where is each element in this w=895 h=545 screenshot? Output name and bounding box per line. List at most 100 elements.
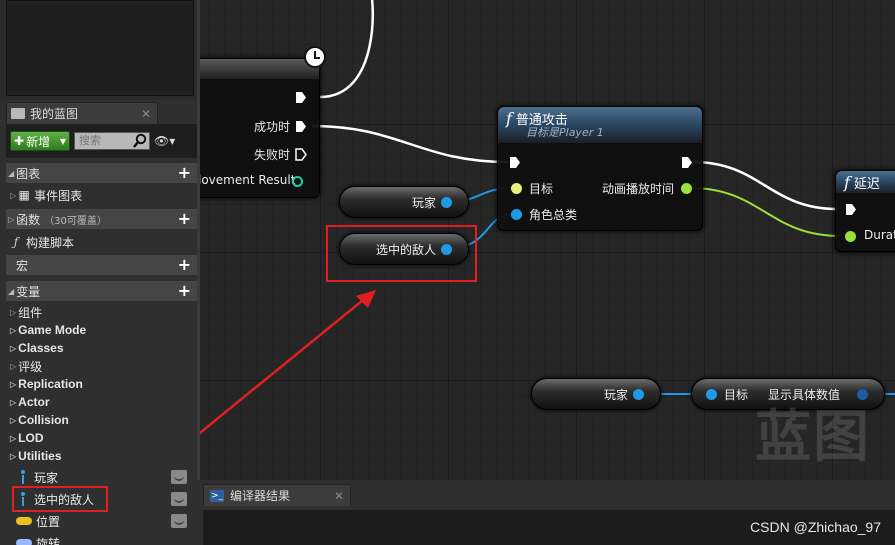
- expand-icon: ▷: [10, 343, 17, 353]
- annotation-arrow-line: [200, 295, 369, 435]
- search-input[interactable]: 搜索: [74, 132, 150, 150]
- add-graph-button[interactable]: +: [178, 165, 191, 181]
- graph-icon: ▦: [18, 188, 30, 202]
- exec-in-pin-icon[interactable]: [845, 203, 857, 216]
- float-wire-duration: [690, 187, 841, 237]
- vector-variable-icon: [16, 517, 32, 525]
- exec-out-pin-icon[interactable]: [295, 91, 307, 104]
- target-pin-icon[interactable]: [706, 389, 717, 400]
- plus-icon: ✚: [14, 134, 25, 148]
- variable-name: 位置: [36, 514, 61, 529]
- event-graph-label: 事件图表: [34, 188, 83, 203]
- exec-wire-success: [311, 124, 509, 164]
- float-out-pin-icon[interactable]: [681, 183, 692, 194]
- attack-function-node[interactable]: f 普通攻击 目标是Player 1: [497, 106, 703, 231]
- delay-node-title-row: f 延迟: [844, 173, 895, 192]
- section-functions-label: 函数: [16, 212, 41, 227]
- exec-wire-top-loop: [319, 0, 374, 99]
- expand-icon: ▷: [10, 307, 17, 317]
- delay-node-header: f 延迟: [836, 171, 895, 193]
- category-label: Utilities: [18, 449, 62, 463]
- expand-icon: ▷: [10, 361, 17, 371]
- object-out-pin-icon[interactable]: [633, 389, 644, 400]
- view-options-icon[interactable]: 👁▾: [154, 134, 175, 148]
- section-macros[interactable]: 宏 +: [6, 255, 197, 275]
- visibility-eye-icon[interactable]: [171, 514, 187, 528]
- get-player-node[interactable]: 玩家: [339, 186, 469, 218]
- section-functions[interactable]: ▷ 函数 （30可覆盖） +: [6, 209, 197, 229]
- variable-name: 旋转: [36, 536, 61, 545]
- construction-script-label: 构建脚本: [26, 235, 75, 250]
- role-pin-label: 角色总类: [529, 208, 578, 222]
- get-player-label: 玩家: [412, 195, 437, 210]
- latent-clock-icon: [304, 46, 326, 68]
- close-icon[interactable]: ✕: [334, 489, 344, 503]
- compiler-results-label: 编译器结果: [230, 489, 291, 503]
- rotator-variable-icon: [16, 539, 32, 545]
- attack-node-header: f 普通攻击 目标是Player 1: [498, 107, 702, 143]
- visibility-eye-icon[interactable]: [171, 492, 187, 506]
- category-classes[interactable]: ▷ Classes: [6, 339, 197, 357]
- success-pin-label: 成功时: [254, 120, 291, 134]
- highlight-box-variable: [12, 486, 108, 512]
- category-replication[interactable]: ▷ Replication: [6, 375, 197, 393]
- exec-in-pin-icon[interactable]: [509, 156, 521, 169]
- category-label: LOD: [18, 431, 44, 445]
- section-graphs[interactable]: ◢ 图表 +: [6, 163, 197, 183]
- search-icon[interactable]: [132, 133, 148, 149]
- category-components[interactable]: ▷ 组件: [6, 303, 197, 321]
- variable-player[interactable]: 玩家: [6, 466, 197, 488]
- exec-success-pin-icon[interactable]: [295, 120, 307, 133]
- blueprint-toolbar: ✚ 新增 ▼ 搜索 👁▾: [6, 124, 197, 158]
- event-graph-item[interactable]: ▷ ▦ 事件图表: [6, 186, 197, 204]
- duration-pin-icon[interactable]: [845, 231, 856, 242]
- add-new-button[interactable]: ✚ 新增 ▼: [10, 131, 70, 151]
- category-label: Game Mode: [18, 323, 87, 337]
- close-icon[interactable]: ✕: [141, 107, 151, 121]
- category-rating[interactable]: ▷ 评级: [6, 357, 197, 375]
- target-pin-label: 目标: [529, 182, 554, 196]
- get-player-bottom-label: 玩家: [604, 387, 629, 402]
- object-out-pin-icon[interactable]: [441, 197, 452, 208]
- category-label: Classes: [18, 341, 64, 355]
- chevron-down-icon: ▼: [59, 136, 66, 146]
- left-top-panel: [0, 0, 197, 100]
- category-collision[interactable]: ▷ Collision: [6, 411, 197, 429]
- enum-pin-icon[interactable]: [292, 176, 303, 187]
- variable-name: 玩家: [34, 470, 59, 485]
- search-placeholder: 搜索: [79, 134, 101, 147]
- variable-rotation[interactable]: 旋转: [6, 532, 197, 545]
- attack-node-subtitle: 目标是Player 1: [526, 126, 604, 139]
- anim-time-pin-label: 动画播放时间: [602, 182, 675, 196]
- exec-out-pin-icon[interactable]: [681, 156, 693, 169]
- category-actor[interactable]: ▷ Actor: [6, 393, 197, 411]
- compiler-results-tab[interactable]: >_ 编译器结果 ✕: [203, 484, 351, 506]
- event-graph-canvas[interactable]: 成功时 失败时 lovement Result f 普通攻击 目标是Player …: [197, 0, 895, 480]
- category-game-mode[interactable]: ▷ Game Mode: [6, 321, 197, 339]
- expand-icon: ▷: [10, 451, 17, 461]
- function-icon: f: [844, 173, 850, 192]
- visibility-eye-icon[interactable]: [171, 470, 187, 484]
- get-player-node-bottom[interactable]: 玩家: [531, 378, 661, 410]
- category-label: Replication: [18, 377, 83, 391]
- exec-failure-pin-icon[interactable]: [295, 148, 307, 161]
- csdn-credit: CSDN @Zhichao_97: [750, 519, 881, 535]
- expand-icon: ◢: [8, 168, 15, 178]
- section-macros-label: 宏: [16, 258, 29, 273]
- book-icon: [11, 108, 25, 119]
- variable-location[interactable]: 位置: [6, 510, 197, 532]
- add-function-button[interactable]: +: [178, 211, 191, 227]
- expand-icon: ▷: [10, 379, 17, 389]
- section-variables[interactable]: ◢ 变量 +: [6, 281, 197, 301]
- add-macro-button[interactable]: +: [178, 257, 191, 273]
- my-blueprint-tab[interactable]: 我的蓝图 ✕: [6, 102, 158, 124]
- expand-icon: ▷: [8, 214, 15, 224]
- compiler-results-panel: >_ 编译器结果 ✕: [197, 480, 895, 545]
- add-variable-button[interactable]: +: [178, 283, 191, 299]
- category-label: Actor: [18, 395, 50, 409]
- target-pin-icon[interactable]: [511, 183, 522, 194]
- role-pin-icon[interactable]: [511, 209, 522, 220]
- category-utilities[interactable]: ▷ Utilities: [6, 447, 197, 465]
- category-lod[interactable]: ▷ LOD: [6, 429, 197, 447]
- construction-script-item[interactable]: ƒ 构建脚本: [6, 233, 197, 251]
